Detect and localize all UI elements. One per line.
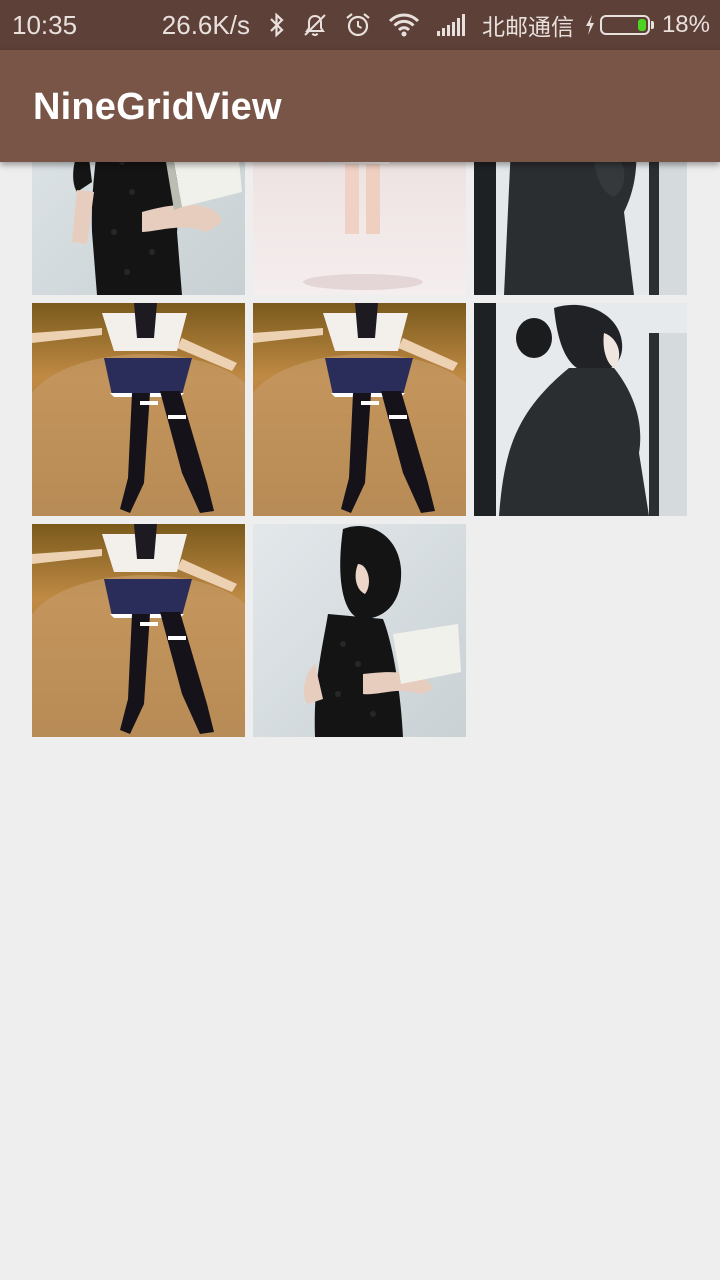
grid-image-8[interactable] <box>253 524 466 737</box>
battery-icon <box>599 15 654 35</box>
nine-grid-view <box>32 82 687 737</box>
notifications-off-icon <box>302 12 328 38</box>
network-speed: 26.6K/s <box>161 9 250 40</box>
status-time: 10:35 <box>12 9 78 40</box>
status-bar: 10:35 26.6K/s 北邮通信 18% <box>0 0 720 50</box>
grid-image-6[interactable] <box>474 303 687 516</box>
bluetooth-icon <box>268 12 286 38</box>
signal-icon <box>436 13 468 37</box>
charging-icon <box>584 14 596 36</box>
grid-image-4[interactable] <box>32 303 245 516</box>
grid-image-5[interactable] <box>253 303 466 516</box>
carrier-name: 北邮通信 <box>481 15 574 41</box>
battery-percent: 18% <box>661 11 710 38</box>
alarm-icon <box>344 11 372 39</box>
app-bar: NineGridView <box>0 50 720 162</box>
grid-image-7[interactable] <box>32 524 245 737</box>
wifi-icon <box>388 12 420 38</box>
page-title: NineGridView <box>33 86 282 128</box>
